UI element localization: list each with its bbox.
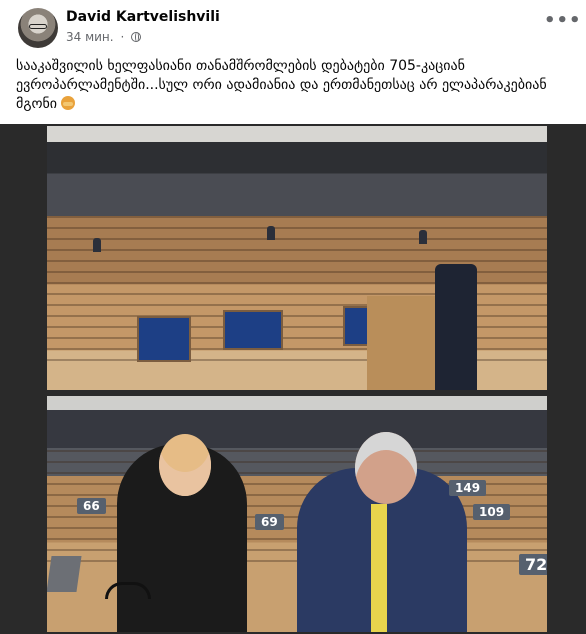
lanyard [371,504,387,632]
seat-number-plate: 69 [255,514,284,530]
meta-separator: · [120,30,125,44]
woman-mep [117,434,247,632]
post-text-body: სააკაშვილის ხელფასიანი თანამშრომლების დე… [16,58,547,112]
parliament-chamber-photo[interactable] [47,126,547,390]
avatar[interactable] [18,8,58,48]
seat-number-plate: 72 [519,554,547,575]
post-header: David Kartvelishvili 34 мин. · ••• [18,8,581,48]
seated-person [267,226,275,240]
seated-person [419,230,427,244]
seated-person [93,238,101,252]
man-head [355,432,417,504]
post-meta: 34 мин. · [66,30,142,44]
voting-screen [223,310,283,350]
man-mep [297,432,467,632]
globe-icon[interactable] [131,32,142,42]
laptop [47,556,82,592]
avatar-glasses [29,24,47,29]
seat-number-plate: 109 [473,504,511,520]
woman-head [159,434,211,496]
facebook-post: David Kartvelishvili 34 мин. · ••• სააკა… [0,0,586,634]
headset [105,582,151,599]
voting-screen [137,316,191,362]
post-time[interactable]: 34 мин. [66,30,114,44]
speaker-person [435,264,477,390]
meps-seated-photo[interactable]: 66 69 149 109 72 [47,396,547,632]
speaker-podium [367,296,437,390]
person-shrugging-emoji-icon [61,96,76,110]
seat-number-plate: 66 [77,498,106,514]
post-media[interactable]: 66 69 149 109 72 [0,124,586,634]
author-name[interactable]: David Kartvelishvili [66,9,220,25]
seat-number-plate: 149 [449,480,487,496]
more-horizontal-icon: ••• [544,10,582,31]
more-options-button[interactable]: ••• [544,12,581,36]
post-text: სააკაშვილის ხელფასიანი თანამშრომლების დე… [16,57,572,114]
